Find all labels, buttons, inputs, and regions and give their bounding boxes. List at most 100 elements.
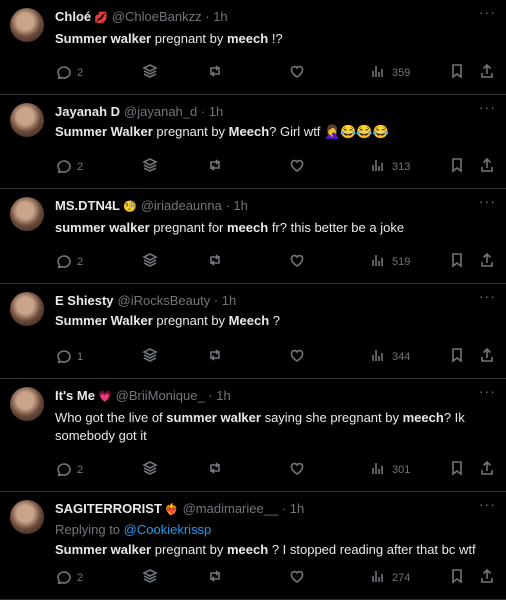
stack-button[interactable] (142, 63, 158, 82)
stack-icon (142, 63, 158, 82)
tweet-body: MS.DTN4L 🧐 @iriadeaunna · 1h summer walker … (55, 197, 490, 237)
stack-button[interactable] (142, 157, 158, 176)
bookmark-icon (449, 252, 465, 271)
reply-button[interactable]: 2 (55, 63, 83, 82)
timestamp[interactable]: 1h (222, 293, 236, 308)
timestamp[interactable]: 1h (209, 104, 223, 119)
stack-icon (142, 347, 158, 366)
retweet-button[interactable] (207, 63, 223, 82)
tweet[interactable]: ··· Jayanah D @jayanah_d · 1h Summer Walker… (0, 95, 506, 189)
tweet[interactable]: ··· Chloé 💋 @ChloeBankzz · 1h Summer walker … (0, 0, 506, 95)
stack-icon (142, 252, 158, 271)
timestamp[interactable]: 1h (290, 501, 304, 516)
share-button[interactable] (479, 157, 495, 176)
share-button[interactable] (479, 460, 495, 479)
avatar[interactable] (10, 387, 44, 421)
retweet-button[interactable] (207, 157, 223, 176)
view-count: 313 (392, 160, 411, 173)
retweet-button[interactable] (207, 568, 223, 587)
share-button[interactable] (479, 568, 495, 587)
timestamp[interactable]: 1h (216, 388, 230, 403)
highlighted-term: summer walker (166, 410, 261, 425)
bookmark-button[interactable] (449, 252, 465, 271)
replying-to-user-link[interactable]: @Cookiekrissp (124, 522, 212, 537)
views-button[interactable]: 344 (370, 347, 410, 366)
views-button[interactable]: 274 (370, 568, 410, 587)
share-button[interactable] (479, 63, 495, 82)
avatar[interactable] (10, 197, 44, 231)
stack-button[interactable] (142, 252, 158, 271)
like-button[interactable] (289, 568, 305, 587)
like-button[interactable] (289, 63, 305, 82)
like-button[interactable] (289, 347, 305, 366)
tweet-body: SAGITERRORIST ❤️‍🔥 @madimariee__ · 1h Reply… (55, 500, 490, 559)
highlighted-term: Summer Walker (55, 313, 153, 328)
tweet-header: SAGITERRORIST ❤️‍🔥 @madimariee__ · 1h (55, 500, 490, 519)
like-icon (289, 460, 305, 479)
highlighted-term: Summer walker (55, 31, 152, 46)
bookmark-button[interactable] (449, 63, 465, 82)
display-name[interactable]: It's Me (55, 388, 95, 403)
text-segment: pregnant for (149, 220, 227, 235)
bookmark-button[interactable] (449, 460, 465, 479)
separator-dot: · (210, 293, 222, 308)
like-icon (289, 568, 305, 587)
display-name[interactable]: E Shiesty (55, 293, 114, 308)
tweet[interactable]: ··· MS.DTN4L 🧐 @iriadeaunna · 1h summer walk… (0, 189, 506, 284)
tweet[interactable]: ··· E Shiesty @iRocksBeauty · 1h Summer Wal… (0, 284, 506, 379)
reply-button[interactable]: 2 (55, 568, 83, 587)
retweet-button[interactable] (207, 252, 223, 271)
share-icon (479, 347, 495, 366)
reply-button[interactable]: 2 (55, 460, 83, 479)
avatar[interactable] (10, 500, 44, 534)
reply-button[interactable]: 2 (55, 252, 83, 271)
like-button[interactable] (289, 157, 305, 176)
user-handle[interactable]: @BriiMonique_ (116, 388, 205, 403)
timestamp[interactable]: 1h (233, 198, 247, 213)
bookmark-button[interactable] (449, 347, 465, 366)
retweet-button[interactable] (207, 460, 223, 479)
text-segment: Who got the live of (55, 410, 167, 425)
display-name[interactable]: SAGITERRORIST (55, 501, 162, 516)
bookmark-button[interactable] (449, 157, 465, 176)
text-segment: pregnant by (151, 31, 227, 46)
avatar[interactable] (10, 103, 44, 137)
stack-button[interactable] (142, 347, 158, 366)
reply-button[interactable]: 1 (55, 347, 83, 366)
display-name[interactable]: Jayanah D (55, 104, 120, 119)
user-handle[interactable]: @iRocksBeauty (118, 293, 211, 308)
user-handle[interactable]: @jayanah_d (124, 104, 197, 119)
avatar[interactable] (10, 8, 44, 42)
bookmark-button[interactable] (449, 568, 465, 587)
like-button[interactable] (289, 460, 305, 479)
tweet[interactable]: ··· SAGITERRORIST ❤️‍🔥 @madimariee__ · 1h Re… (0, 492, 506, 600)
highlighted-term: meech (227, 31, 269, 46)
views-button[interactable]: 301 (370, 460, 410, 479)
user-handle[interactable]: @iriadeaunna (141, 198, 222, 213)
user-handle[interactable]: @madimariee__ (183, 501, 279, 516)
like-button[interactable] (289, 252, 305, 271)
views-button[interactable]: 519 (370, 252, 410, 271)
user-handle[interactable]: @ChloeBankzz (112, 9, 202, 24)
tweet-text: Summer Walker pregnant by Meech ? (55, 312, 490, 330)
like-icon (289, 347, 305, 366)
share-button[interactable] (479, 347, 495, 366)
avatar[interactable] (10, 292, 44, 326)
display-name[interactable]: Chloé (55, 9, 91, 24)
timestamp[interactable]: 1h (213, 9, 227, 24)
tweet-body: E Shiesty @iRocksBeauty · 1h Summer Walker… (55, 292, 490, 330)
views-button[interactable]: 359 (370, 63, 410, 82)
tweet[interactable]: ··· It's Me 💗 @BriiMonique_ · 1h Who got the… (0, 379, 506, 492)
stack-icon (142, 157, 158, 176)
stack-button[interactable] (142, 568, 158, 587)
highlighted-term: summer walker (55, 220, 150, 235)
share-button[interactable] (479, 252, 495, 271)
reply-button[interactable]: 2 (55, 157, 83, 176)
retweet-button[interactable] (207, 347, 223, 366)
text-segment: pregnant by (151, 542, 227, 557)
views-button[interactable]: 313 (370, 157, 410, 176)
stack-button[interactable] (142, 460, 158, 479)
bookmark-icon (449, 63, 465, 82)
like-icon (289, 252, 305, 271)
display-name[interactable]: MS.DTN4L (55, 198, 120, 213)
